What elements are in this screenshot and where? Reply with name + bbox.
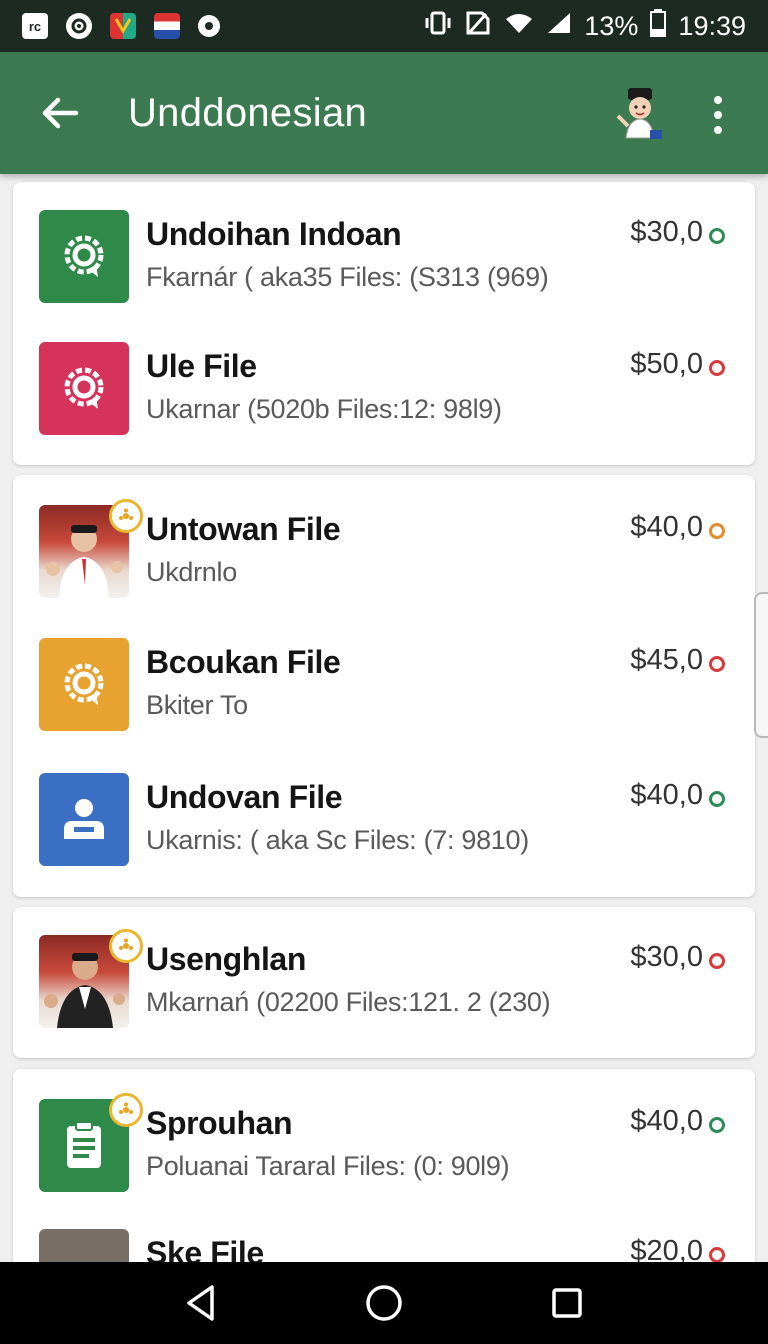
item-price: $40,0 [630,779,703,811]
more-options-button[interactable] [700,92,736,138]
item-title: Bcoukan File [146,644,341,680]
item-subtitle: Mkarnań (02200 Files:121. 2 (230) [146,987,551,1017]
home-nav-button[interactable] [354,1273,414,1333]
back-nav-button[interactable] [171,1273,231,1333]
status-dot [709,953,725,969]
gear-badge-icon [39,210,129,303]
battery-icon [650,8,667,44]
status-dot [709,656,725,672]
no-sim-icon [464,10,492,43]
item-title: Ske File [146,1235,264,1262]
clipboard-icon [39,1093,143,1192]
status-bar: rc 13% 19:39 [0,0,768,52]
gear-badge-icon [39,342,129,435]
photo-thumbnail [39,499,143,598]
item-title: Undovan File [146,779,343,815]
list-card: Sprouhan Poluanai Tararal Files: (0: 90l… [13,1069,755,1262]
item-subtitle: Fkarnár ( aka35 Files: (S313 (969) [146,262,549,292]
sync-icon [66,13,92,39]
vibrate-icon [424,10,452,43]
rc-icon: rc [22,13,48,39]
clock: 19:39 [678,10,746,41]
back-button[interactable] [30,83,90,143]
list-item[interactable]: Undovan File Ukarnis: ( aka Sc Files: (7… [13,773,755,873]
notification-icons: rc [22,13,220,39]
item-title: Ule File [146,348,257,384]
status-indicators: 13% 19:39 [424,8,746,44]
arrow-left-icon [42,97,79,129]
more-dot [714,96,722,104]
user-card-icon [39,773,129,866]
item-price: $30,0 [630,216,703,248]
character-avatar-icon [616,88,662,139]
item-title: Undoihan Indoan [146,216,402,252]
item-subtitle: Bkiter To [146,690,248,720]
wifi-icon [504,11,534,42]
gold-badge-icon [109,929,143,963]
item-price: $45,0 [630,644,703,676]
file-list: Undoihan Indoan Fkarnár ( aka35 Files: (… [0,174,768,1262]
list-item[interactable]: Untowan File Ukdrnlo $40,0 [13,499,755,605]
list-item[interactable]: Usenghlan Mkarnań (02200 Files:121. 2 (2… [13,929,755,1035]
page-title: Unddonesian [128,90,368,135]
triangle-back-icon [187,1285,215,1321]
status-dot [709,360,725,376]
circle-home-icon [366,1285,402,1321]
item-subtitle: Ukarnis: ( aka Sc Files: (7: 9810) [146,825,529,855]
item-title: Untowan File [146,511,341,547]
navigation-bar [0,1262,768,1344]
gold-badge-icon [109,499,143,533]
item-title: Usenghlan [146,941,306,977]
status-dot [709,228,725,244]
more-dot [714,111,722,119]
status-dot [709,1117,725,1133]
item-price: $20,0 [630,1235,703,1262]
item-price: $40,0 [630,511,703,543]
photo-thumbnail [39,929,143,1028]
item-price: $50,0 [630,348,703,380]
status-dot [709,1247,725,1262]
dot-icon [198,15,220,37]
signal-icon [546,11,572,42]
screen: rc 13% 19:39 Unddonesian Undoihan Indoan… [0,0,768,1344]
list-card: Undoihan Indoan Fkarnár ( aka35 Files: (… [13,182,755,465]
app-bar: Unddonesian [0,52,768,174]
item-price: $30,0 [630,941,703,973]
list-item[interactable]: Ule File Ukarnar (5020b Files:12: 98l9) … [13,342,755,442]
item-subtitle: Ukdrnlo [146,557,237,587]
app-icon [110,13,136,39]
list-item[interactable]: Sprouhan Poluanai Tararal Files: (0: 90l… [13,1093,755,1199]
list-item[interactable]: Bcoukan File Bkiter To $45,0 [13,638,755,738]
flag-icon [154,13,180,39]
list-item[interactable]: Ske File $20,0 [13,1229,755,1262]
list-item[interactable]: Undoihan Indoan Fkarnár ( aka35 Files: (… [13,210,755,310]
square-recents-icon [551,1288,582,1318]
status-dot [709,791,725,807]
dot-icon [39,1229,129,1262]
scroll-handle[interactable] [754,592,768,738]
list-card: Usenghlan Mkarnań (02200 Files:121. 2 (2… [13,907,755,1058]
avatar[interactable] [612,86,668,142]
gear-badge-icon [39,638,129,731]
status-dot [709,523,725,539]
gold-badge-icon [109,1093,143,1127]
battery-percent: 13% [584,10,639,41]
list-card: Untowan File Ukdrnlo $40,0 Bcoukan File … [13,475,755,897]
item-subtitle: Ukarnar (5020b Files:12: 98l9) [146,394,502,424]
more-dot [714,126,722,134]
recents-nav-button[interactable] [537,1273,597,1333]
item-title: Sprouhan [146,1105,293,1141]
item-price: $40,0 [630,1105,703,1137]
item-subtitle: Poluanai Tararal Files: (0: 90l9) [146,1151,510,1181]
